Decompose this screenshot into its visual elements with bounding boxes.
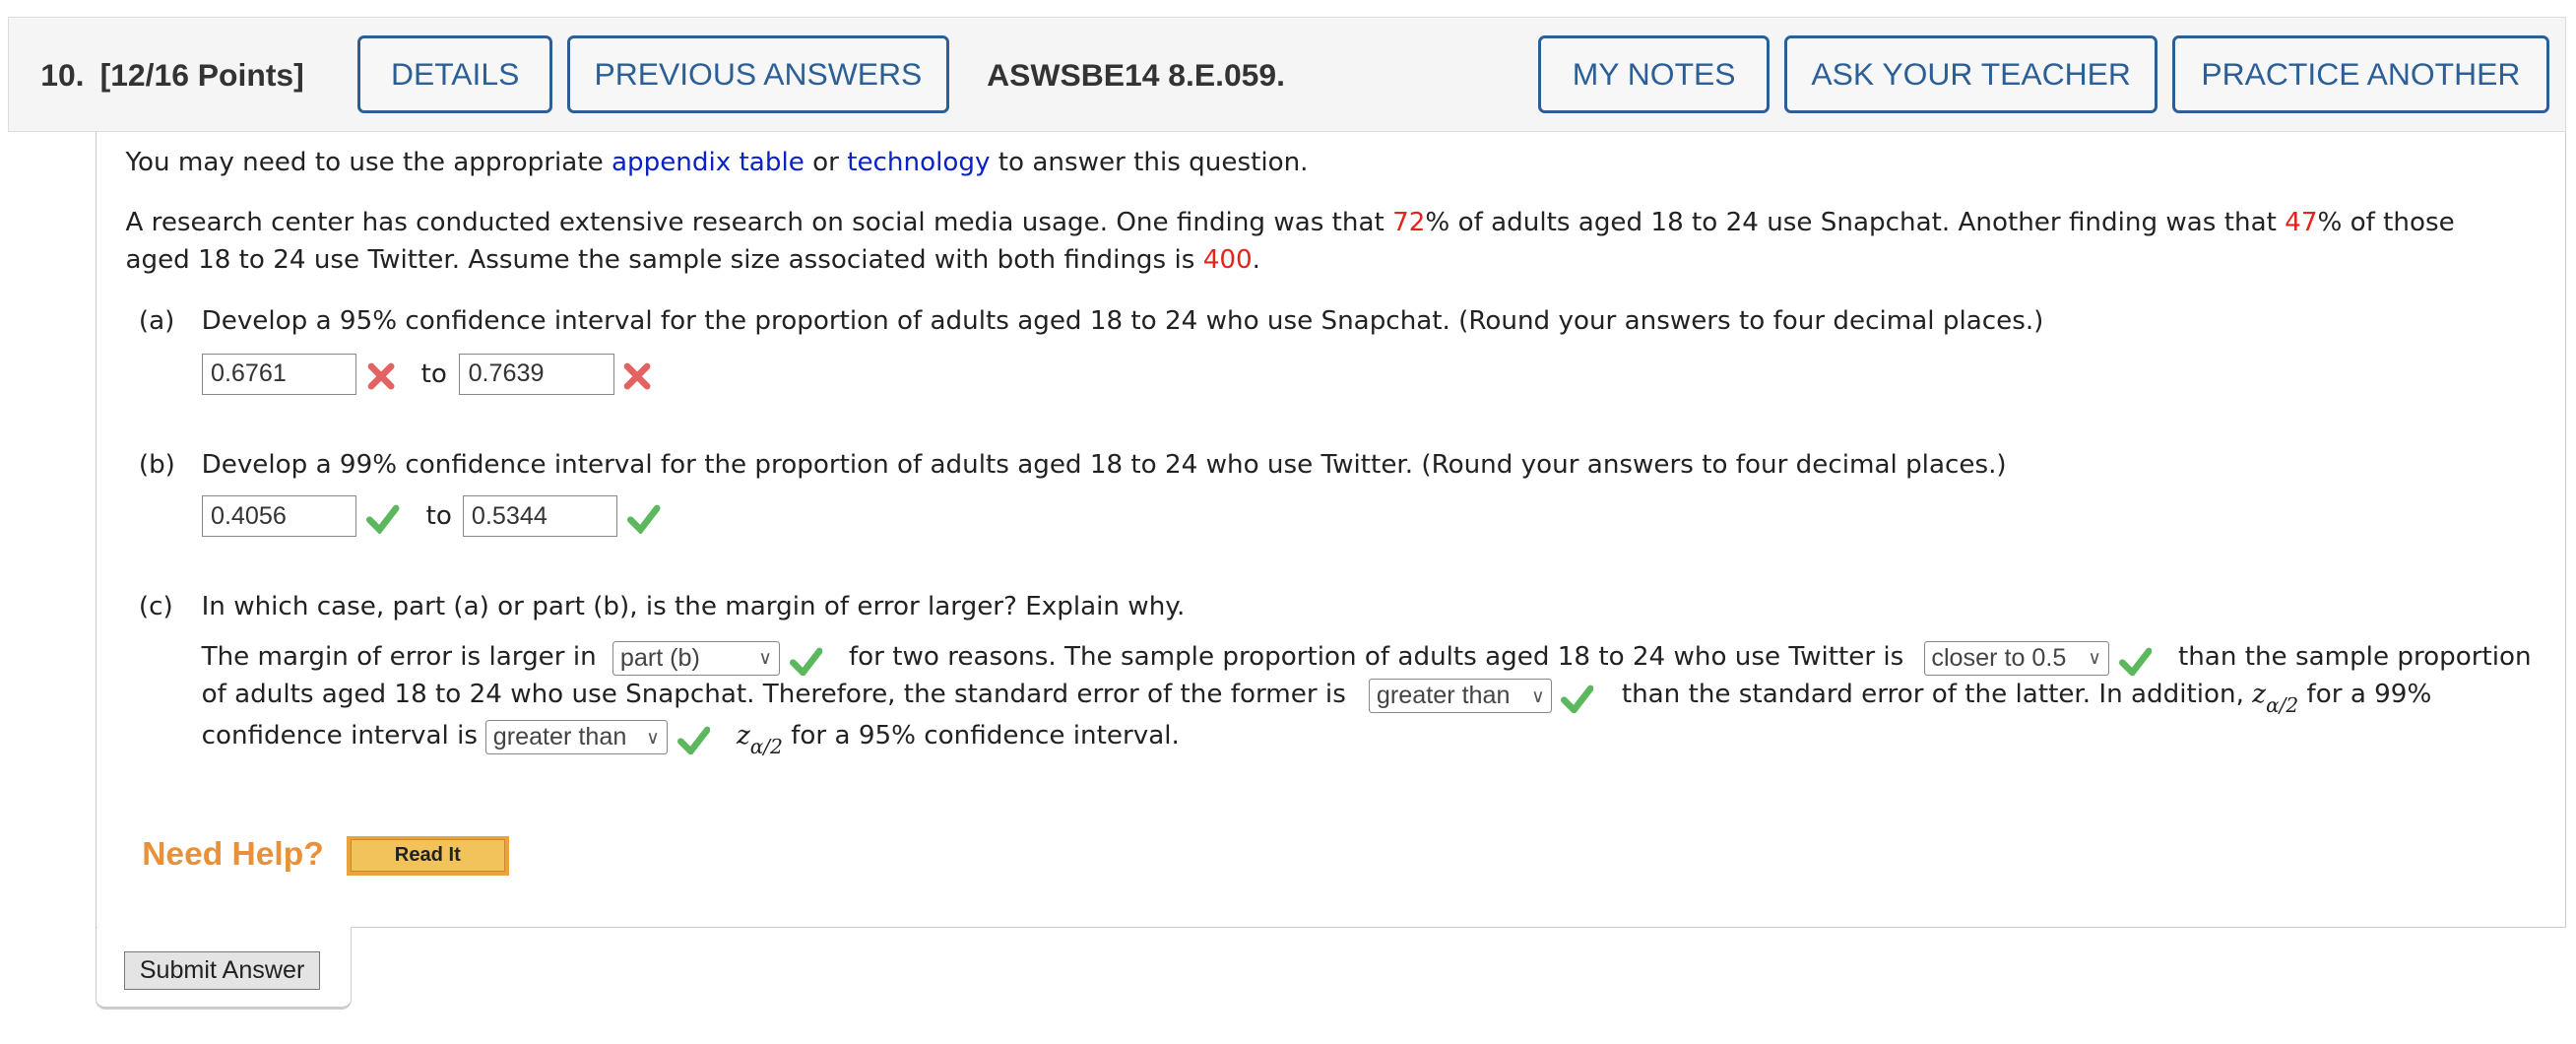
- part-a-to: to: [420, 359, 447, 389]
- part-b-lower-input[interactable]: [201, 495, 357, 538]
- intro-pre: You may need to use the appropriate: [125, 148, 612, 178]
- correct-check-icon: [789, 647, 823, 676]
- practice-another-button[interactable]: PRACTICE ANOTHER: [2172, 35, 2549, 114]
- appendix-table-link[interactable]: appendix table: [612, 148, 805, 177]
- part-b-to: to: [425, 501, 452, 532]
- select-value: closer to 0.5: [1931, 643, 2067, 672]
- problem-text: A research center has conducted extensiv…: [125, 207, 1393, 237]
- part-c-text: for two reasons. The sample proportion o…: [848, 641, 1904, 672]
- z-value-select[interactable]: greater than ∨: [485, 720, 668, 755]
- intro-mid: or: [804, 148, 848, 178]
- incorrect-x-icon: [623, 362, 651, 390]
- part-c-question: In which case, part (a) or part (b), is …: [201, 592, 1186, 622]
- part-b-upper-input[interactable]: [462, 495, 618, 538]
- intro-text: You may need to use the appropriate appe…: [125, 147, 1308, 180]
- previous-answers-button[interactable]: PREVIOUS ANSWERS: [567, 35, 949, 114]
- question-header: 10. [12/16 Points] DETAILS PREVIOUS ANSW…: [8, 16, 2567, 133]
- problem-line-1: A research center has conducted extensiv…: [125, 207, 2454, 240]
- part-b-question: Develop a 99% confidence interval for th…: [201, 450, 2007, 481]
- technology-link[interactable]: technology: [847, 148, 990, 177]
- chevron-down-icon: ∨: [1531, 685, 1545, 706]
- problem-text: % of adults aged 18 to 24 use Snapchat. …: [1425, 207, 2286, 237]
- sample-size: 400: [1202, 245, 1253, 276]
- margin-part-select[interactable]: part (b) ∨: [612, 640, 780, 676]
- part-c-text: for a 99%: [2306, 680, 2432, 710]
- correct-check-icon: [366, 505, 400, 534]
- correct-check-icon: [627, 505, 661, 534]
- select-value: greater than: [1376, 682, 1511, 710]
- part-c-text: The margin of error is larger in: [201, 641, 597, 672]
- part-c-text: confidence interval is: [201, 721, 479, 751]
- read-it-button[interactable]: Read It: [347, 835, 509, 876]
- intro-post: to answer this question.: [990, 148, 1309, 178]
- z-symbol: z: [736, 721, 750, 751]
- need-help-label: Need Help?: [142, 835, 324, 873]
- problem-text: % of those: [2317, 207, 2455, 237]
- part-c-text: of adults aged 18 to 24 who use Snapchat…: [201, 680, 1346, 710]
- my-notes-button[interactable]: MY NOTES: [1538, 35, 1771, 114]
- read-it-label: Read It: [350, 838, 506, 873]
- problem-line-2: aged 18 to 24 use Twitter. Assume the sa…: [125, 244, 1260, 278]
- part-a-upper-input[interactable]: [459, 353, 614, 395]
- select-value: greater than: [492, 723, 627, 751]
- select-value: part (b): [619, 643, 700, 672]
- part-c-text: than the standard error of the latter. I…: [1622, 679, 2432, 723]
- proportion-select[interactable]: closer to 0.5 ∨: [1923, 640, 2109, 676]
- twitter-percent: 47: [2285, 207, 2318, 237]
- correct-check-icon: [676, 726, 711, 755]
- part-a-lower-input[interactable]: [201, 353, 357, 395]
- part-c-label: (c): [138, 592, 173, 622]
- z-symbol: z: [2252, 680, 2267, 710]
- part-c-text: than the standard error of the latter. I…: [1621, 680, 2244, 710]
- standard-error-select[interactable]: greater than ∨: [1369, 679, 1553, 714]
- part-c-text: zα/2 for a 95% confidence interval.: [737, 720, 1180, 764]
- submit-answer-button[interactable]: Submit Answer: [123, 950, 321, 990]
- part-c-text: than the sample proportion: [2177, 641, 2532, 672]
- z-subscript: α/2: [749, 735, 783, 759]
- snapchat-percent: 72: [1392, 207, 1426, 237]
- part-a-label: (a): [138, 306, 175, 337]
- problem-id: ASWSBE14 8.E.059.: [987, 57, 1285, 93]
- question-number: 10.: [40, 57, 85, 93]
- part-c-text: for a 95% confidence interval.: [791, 721, 1180, 751]
- part-a-question: Develop a 95% confidence interval for th…: [201, 306, 2044, 337]
- chevron-down-icon: ∨: [2088, 647, 2101, 669]
- problem-text: .: [1252, 245, 1260, 276]
- correct-check-icon: [1560, 685, 1594, 714]
- z-subscript: α/2: [2266, 693, 2299, 718]
- chevron-down-icon: ∨: [646, 726, 660, 748]
- chevron-down-icon: ∨: [758, 647, 772, 669]
- part-b-label: (b): [138, 450, 175, 481]
- incorrect-x-icon: [367, 362, 395, 390]
- details-button[interactable]: DETAILS: [357, 35, 553, 114]
- correct-check-icon: [2118, 647, 2153, 676]
- problem-text: aged 18 to 24 use Twitter. Assume the sa…: [125, 245, 1203, 276]
- points-label: [12/16 Points]: [99, 57, 304, 93]
- panel-divider: [97, 926, 351, 932]
- ask-your-teacher-button[interactable]: ASK YOUR TEACHER: [1784, 35, 2158, 114]
